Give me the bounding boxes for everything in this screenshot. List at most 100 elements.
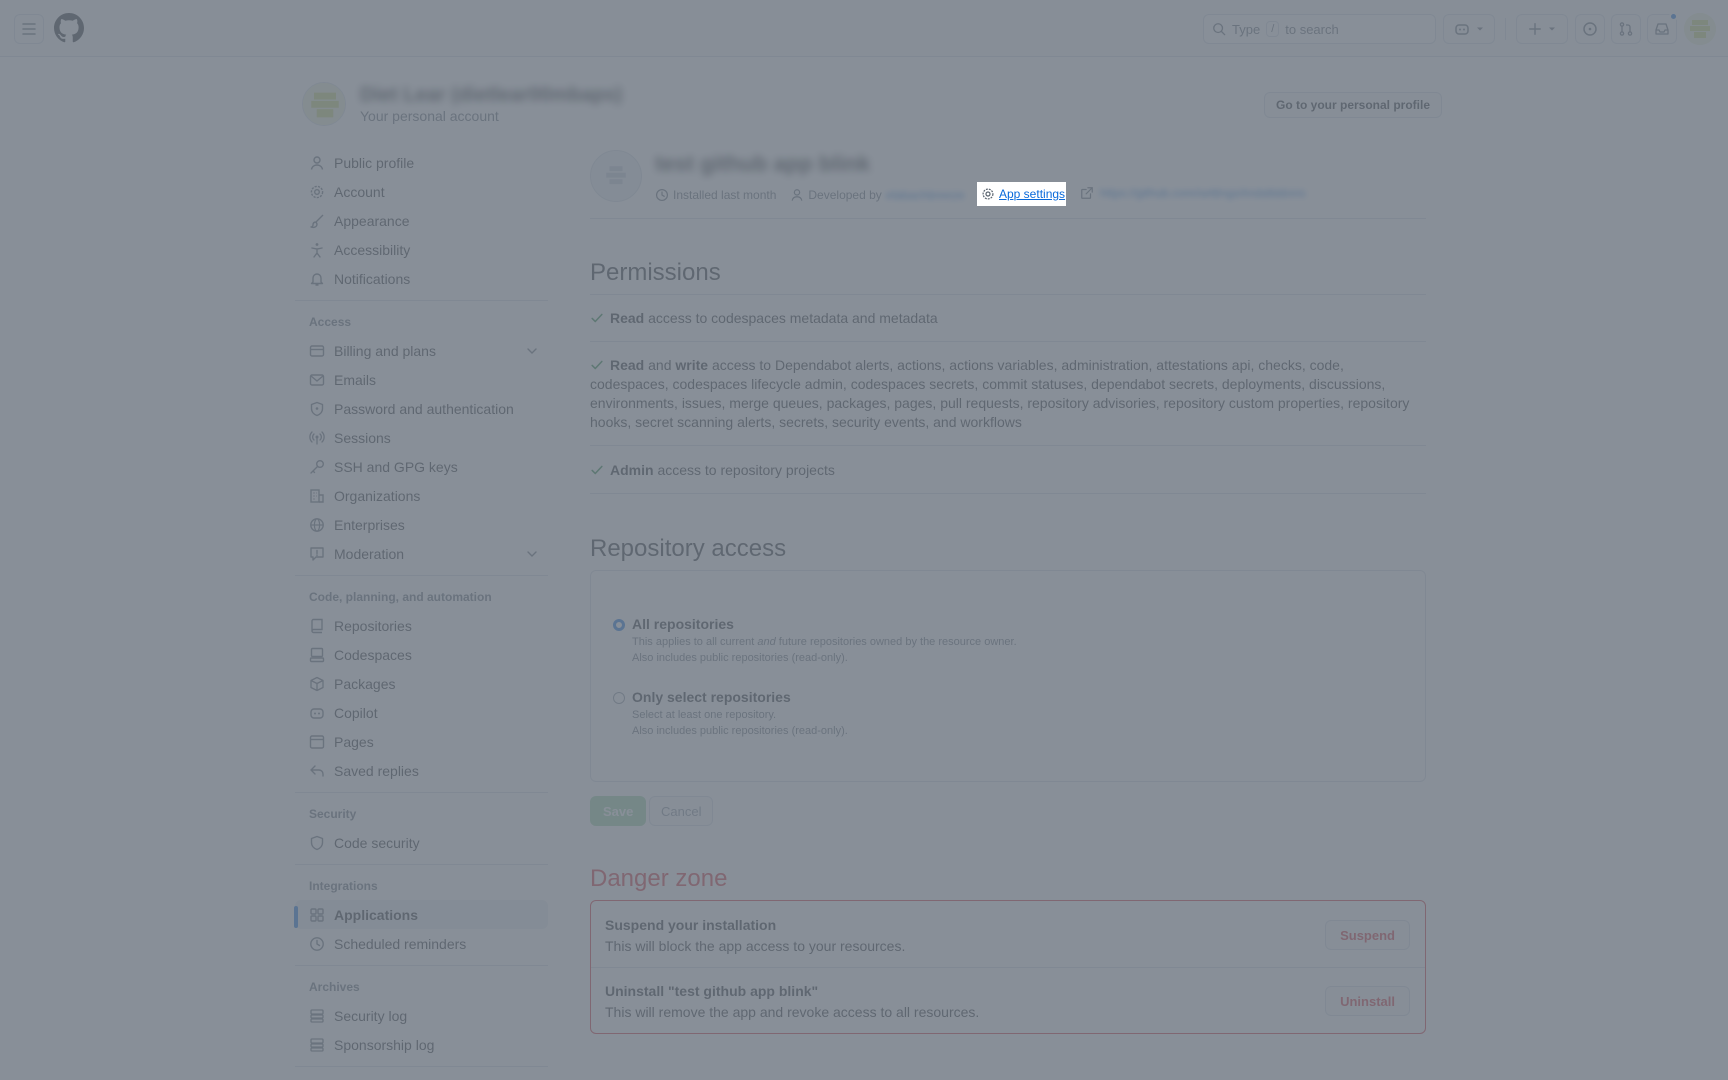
- shield-lock-icon: [310, 401, 324, 416]
- suspend-description: This will block the app access to your r…: [605, 938, 906, 954]
- sidebar-item-copilot[interactable]: Copilot: [295, 698, 548, 727]
- developer-link[interactable]: elabachbreeze: [886, 188, 965, 202]
- git-pull-request-icon: [1619, 22, 1633, 36]
- chevron-down-icon[interactable]: [524, 343, 540, 359]
- go-to-profile-button[interactable]: Go to your personal profile: [1264, 92, 1443, 118]
- copilot-icon: [310, 707, 324, 719]
- account-subtitle: Your personal account: [360, 108, 499, 124]
- radio-description: Also includes public repositories (read-…: [632, 725, 848, 737]
- github-logo-icon[interactable]: [54, 13, 84, 43]
- permission-admin-text: access to repository projects: [657, 462, 835, 478]
- sidebar-item-label: Security log: [334, 1007, 408, 1024]
- permission-admin: Admin access to repository projects: [590, 461, 1426, 480]
- sidebar-group-access: Access: [309, 315, 352, 329]
- reply-icon: [310, 764, 324, 777]
- plus-icon: [1529, 23, 1541, 35]
- check-icon: [591, 313, 603, 323]
- sidebar-item-label: Scheduled reminders: [334, 935, 467, 952]
- divider: [590, 493, 1426, 494]
- top-bar: Type / to search: [0, 0, 1728, 57]
- app-settings-link[interactable]: App settings: [999, 187, 1065, 201]
- menu-button[interactable]: [14, 14, 44, 44]
- sidebar-item-moderation[interactable]: Moderation: [295, 539, 548, 568]
- danger-zone-heading: Danger zone: [590, 865, 728, 892]
- permission-read-write-text: access to Dependabot alerts, actions, ac…: [590, 357, 1410, 430]
- sidebar-item-pages[interactable]: Pages: [295, 727, 548, 756]
- sidebar-item-code-security[interactable]: Code security: [295, 828, 548, 857]
- external-app-url[interactable]: https://github.com/settings/installation…: [1100, 186, 1305, 200]
- sidebar-item-billing[interactable]: Billing and plans: [295, 336, 548, 365]
- globe-icon: [310, 517, 324, 532]
- installed-date: Installed last month: [673, 188, 777, 202]
- sidebar-item-scheduled-reminders[interactable]: Scheduled reminders: [295, 929, 548, 958]
- suspend-button[interactable]: Suspend: [1325, 920, 1410, 950]
- divider: [590, 445, 1426, 446]
- read-word: Read: [610, 310, 645, 326]
- sidebar-item-sponsorship-log[interactable]: Sponsorship log: [295, 1030, 548, 1059]
- key-icon: [310, 459, 324, 474]
- repo-icon: [311, 618, 323, 633]
- mail-icon: [309, 373, 325, 386]
- divider: [1505, 18, 1506, 40]
- app-title: test github app blink: [655, 151, 871, 176]
- radio-label: All repositories: [632, 616, 734, 632]
- sidebar-item-repositories[interactable]: Repositories: [295, 611, 548, 640]
- sidebar-item-label: Password and authentication: [334, 400, 514, 417]
- check-icon: [591, 360, 603, 370]
- sidebar-item-saved-replies[interactable]: Saved replies: [295, 756, 548, 785]
- accessibility-icon: [311, 242, 323, 258]
- sidebar-group-security: Security: [309, 807, 357, 821]
- pull-requests-button[interactable]: [1611, 14, 1641, 44]
- sidebar-item-codespaces[interactable]: Codespaces: [295, 640, 548, 669]
- user-avatar[interactable]: [1684, 13, 1716, 45]
- sidebar-item-label: Appearance: [334, 212, 410, 229]
- uninstall-button[interactable]: Uninstall: [1325, 986, 1410, 1016]
- sidebar-item-emails[interactable]: Emails: [295, 365, 548, 394]
- search-input[interactable]: Type / to search: [1203, 14, 1436, 44]
- sidebar-item-notifications[interactable]: Notifications: [295, 264, 548, 293]
- sidebar-item-public-profile[interactable]: Public profile: [295, 148, 548, 177]
- desc-part: This applies to all current: [632, 636, 755, 648]
- search-suffix: to search: [1285, 21, 1339, 37]
- divider: [590, 294, 1426, 295]
- person-icon: [310, 155, 324, 170]
- copilot-menu-button[interactable]: [1443, 14, 1495, 44]
- sidebar-item-appearance[interactable]: Appearance: [295, 206, 548, 235]
- sidebar-item-password[interactable]: Password and authentication: [295, 394, 548, 423]
- gear-icon: [982, 188, 994, 200]
- sidebar-item-label: Billing and plans: [334, 342, 436, 359]
- inbox-icon: [1655, 23, 1669, 35]
- sidebar-item-applications[interactable]: Applications: [294, 900, 548, 929]
- hamburger-icon: [22, 23, 36, 35]
- apps-icon: [310, 907, 324, 922]
- cancel-button[interactable]: Cancel: [649, 796, 714, 826]
- search-prefix: Type: [1232, 21, 1261, 37]
- chevron-down-icon[interactable]: [524, 546, 540, 562]
- triangle-down-icon: [1477, 27, 1483, 31]
- desc-emphasis: and: [757, 636, 776, 648]
- sidebar-item-enterprises[interactable]: Enterprises: [295, 510, 548, 539]
- create-new-button[interactable]: [1516, 14, 1568, 44]
- issues-button[interactable]: [1575, 14, 1605, 44]
- sidebar-item-packages[interactable]: Packages: [295, 669, 548, 698]
- suspend-title: Suspend your installation: [605, 917, 777, 933]
- sidebar-item-organizations[interactable]: Organizations: [295, 481, 548, 510]
- account-name[interactable]: Diet Lear (dietlear00mbaps): [360, 84, 622, 107]
- external-link-container: https://github.com/settings/installation…: [1080, 186, 1305, 200]
- save-button[interactable]: Save: [590, 796, 647, 826]
- sidebar-item-security-log[interactable]: Security log: [295, 1001, 548, 1030]
- divider: [590, 341, 1426, 342]
- check-icon: [591, 465, 603, 475]
- sidebar-item-account[interactable]: Account: [295, 177, 548, 206]
- notification-dot: [1669, 12, 1678, 21]
- sidebar-item-label: Moderation: [334, 545, 405, 562]
- sidebar-item-label: Repositories: [334, 617, 412, 634]
- sidebar-item-ssh-gpg-keys[interactable]: SSH and GPG keys: [295, 452, 548, 481]
- radio-button-selected[interactable]: [613, 619, 625, 631]
- sidebar-item-label: Public profile: [334, 154, 415, 171]
- bell-icon: [310, 272, 324, 286]
- issue-opened-icon: [1583, 22, 1597, 36]
- sidebar-item-accessibility[interactable]: Accessibility: [295, 235, 548, 264]
- radio-button[interactable]: [613, 692, 625, 704]
- sidebar-item-sessions[interactable]: Sessions: [295, 423, 548, 452]
